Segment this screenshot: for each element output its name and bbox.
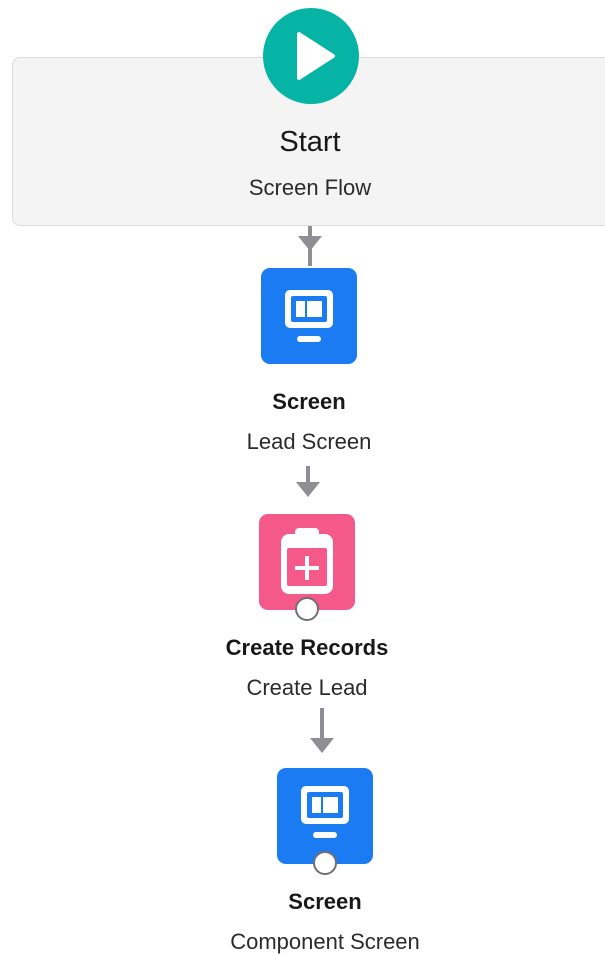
screen-node-lead[interactable] (261, 268, 357, 364)
connector-arrow (298, 236, 322, 251)
connector-anchor[interactable] (313, 851, 337, 875)
play-icon (297, 32, 335, 80)
connector-line (308, 250, 312, 266)
start-node[interactable] (263, 8, 359, 104)
node-type-label: Screen (272, 389, 346, 414)
connector-arrow (296, 482, 320, 497)
screen-icon (301, 786, 349, 838)
connector-arrow (310, 738, 334, 753)
screen-node-component[interactable] (277, 768, 373, 864)
screen-icon (285, 290, 333, 342)
connector-anchor[interactable] (295, 597, 319, 621)
start-subtitle: Screen Flow (248, 175, 372, 200)
node-name-label: Create Lead (246, 675, 368, 700)
create-records-node[interactable] (259, 514, 355, 610)
start-title: Start (279, 126, 341, 158)
node-name-label: Lead Screen (246, 429, 372, 454)
node-type-label: Screen (288, 889, 362, 914)
clipboard-plus-icon (281, 528, 333, 594)
node-type-label: Create Records (225, 635, 389, 660)
flow-canvas: Start Screen Flow Screen Lead Screen Cre… (0, 0, 605, 956)
node-name-label: Component Screen (230, 929, 420, 954)
connector-line (320, 708, 324, 740)
